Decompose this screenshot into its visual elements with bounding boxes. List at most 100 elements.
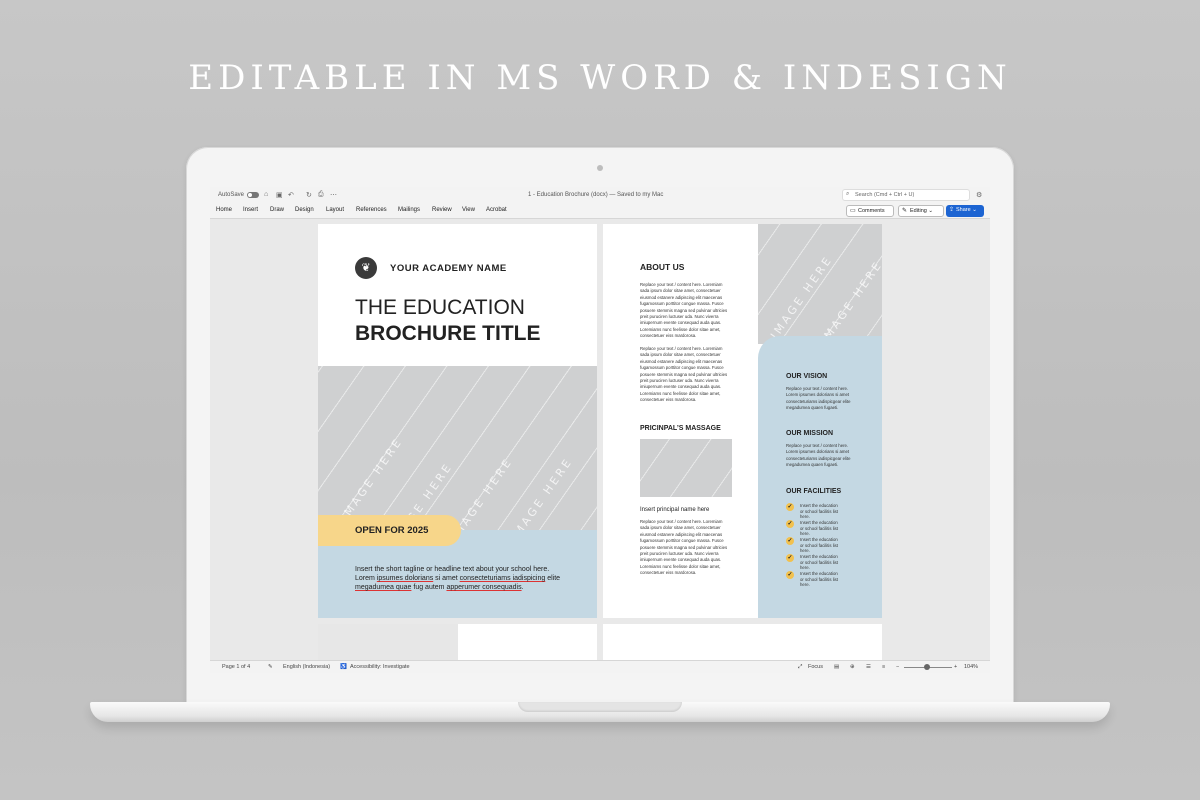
principal-title: PRICINPAL’S MASSAGE — [640, 425, 721, 432]
zoom-slider-handle[interactable] — [924, 664, 930, 670]
undo-icon[interactable]: ↶ — [288, 191, 294, 199]
autosave-toggle[interactable] — [247, 192, 259, 198]
zoom-in-icon[interactable]: + — [954, 664, 957, 670]
facility-item: ✓ Insert the education or school facilit… — [786, 520, 842, 537]
tagline-text: si amet — [433, 575, 460, 582]
tagline-text: apperumer consequadis — [446, 584, 522, 591]
print-icon[interactable]: ⎙ — [318, 191, 324, 199]
open-enrollment-badge: OPEN FOR 2025 — [318, 515, 461, 546]
accessibility-icon: ♿ — [340, 664, 347, 670]
zoom-out-icon[interactable]: − — [896, 664, 899, 670]
tab-design[interactable]: Design — [295, 207, 314, 213]
tab-draw[interactable]: Draw — [270, 207, 284, 213]
share-label: Share — [956, 207, 971, 213]
tab-mailings[interactable]: Mailings — [398, 207, 420, 213]
facility-item: ✓ Insert the education or school facilit… — [786, 537, 842, 554]
share-icon: ⇪ — [949, 207, 955, 213]
tagline-text: consecteturiams iadispicing — [459, 575, 546, 582]
editing-label: Editing — [910, 208, 927, 214]
facility-item: ✓ Insert the education or school facilit… — [786, 554, 842, 571]
cover-image-placeholder[interactable]: IMAGE HERE IMAGE HERE IMAGE HERE IMAGE H… — [318, 366, 597, 536]
open-label: OPEN FOR 2025 — [355, 525, 429, 536]
share-button[interactable]: ⇪ Share ⌄ — [946, 205, 984, 217]
tab-review[interactable]: Review — [432, 207, 452, 213]
checkmark-icon: ✓ — [786, 571, 794, 579]
vision-text: Replace your text / content here. Lorem … — [786, 386, 851, 411]
zoom-level[interactable]: 104% — [964, 664, 978, 670]
web-layout-icon[interactable]: ⊕ — [850, 664, 855, 670]
facility-text: Insert the education or school facilitis… — [800, 520, 838, 536]
tagline-text: . — [521, 584, 524, 591]
academy-logo-icon: ❦ — [355, 257, 377, 279]
tab-acrobat[interactable]: Acrobat — [486, 207, 507, 213]
focus-icon: ⤢ — [798, 664, 803, 670]
proofing-icon[interactable]: ✎ — [268, 664, 273, 670]
principal-name: Insert principal name here — [640, 507, 710, 513]
image-placeholder-label: IMAGE HERE — [508, 455, 576, 536]
about-paragraph-1: Replace your text / content here. Loremi… — [640, 282, 728, 339]
facility-item: ✓ Insert the education or school facilit… — [786, 571, 842, 588]
ribbon-tabs: Home Insert Draw Design Layout Reference… — [210, 203, 990, 219]
print-layout-icon[interactable]: ▤ — [834, 664, 839, 670]
facility-text: Insert the education or school facilitis… — [800, 503, 838, 519]
tab-layout[interactable]: Layout — [326, 207, 344, 213]
tab-home[interactable]: Home — [216, 207, 232, 213]
about-title: ABOUT US — [640, 262, 685, 272]
image-placeholder-label: IMAGE HERE — [338, 435, 406, 524]
checkmark-icon: ✓ — [786, 520, 794, 528]
settings-icon[interactable]: ⚙ — [976, 191, 982, 199]
tab-references[interactable]: References — [356, 207, 387, 213]
mission-title: OUR MISSION — [786, 430, 834, 437]
inside-image-placeholder[interactable]: IMAGE HERE IMAGE HERE — [758, 224, 882, 344]
brochure-cover-page[interactable]: ❦ YOUR ACADEMY NAME THE EDUCATION BROCHU… — [318, 224, 597, 618]
checkmark-icon: ✓ — [786, 503, 794, 511]
facilities-title: OUR FACILITIES — [786, 488, 842, 495]
facility-text: Insert the education or school facilitis… — [800, 554, 838, 570]
tagline-text: elite — [545, 575, 561, 582]
outline-view-icon[interactable]: ☰ — [866, 664, 871, 670]
language-status[interactable]: English (Indonesia) — [283, 664, 330, 670]
brochure-title-line1: THE EDUCATION — [355, 296, 525, 319]
page-count[interactable]: Page 1 of 4 — [222, 664, 250, 670]
title-bar: AutoSave ⌂ ▣ ↶ ↻ ⎙ ⋯ 1 - Education Broch… — [210, 187, 990, 203]
brochure-page-4[interactable] — [603, 624, 882, 664]
document-canvas[interactable]: ❦ YOUR ACADEMY NAME THE EDUCATION BROCHU… — [210, 220, 990, 664]
accessibility-status[interactable]: Accessibility: Investigate — [350, 664, 410, 670]
comment-icon: ▭ — [850, 208, 856, 214]
cover-tagline: Insert the short tagline or headline tex… — [355, 565, 570, 592]
facility-text: Insert the education or school facilitis… — [800, 537, 838, 553]
tagline-text: megadumea quae — [355, 584, 412, 591]
comments-button[interactable]: ▭ Comments — [846, 205, 894, 217]
camera-icon — [597, 165, 603, 171]
page-3-gray-block — [318, 624, 458, 664]
focus-button[interactable]: Focus — [808, 664, 823, 670]
search-input[interactable]: ⌕ Search (Cmd + Ctrl + U) — [842, 189, 970, 201]
redo-icon[interactable]: ↻ — [306, 191, 312, 199]
vision-title: OUR VISION — [786, 373, 828, 380]
home-icon[interactable]: ⌂ — [264, 191, 268, 198]
word-window: AutoSave ⌂ ▣ ↶ ↻ ⎙ ⋯ 1 - Education Broch… — [210, 187, 990, 673]
academy-name: YOUR ACADEMY NAME — [390, 263, 507, 274]
draft-view-icon[interactable]: ≡ — [882, 664, 885, 670]
autosave-label: AutoSave — [218, 192, 245, 198]
save-icon[interactable]: ▣ — [276, 191, 283, 199]
search-placeholder: Search (Cmd + Ctrl + U) — [855, 192, 915, 198]
tab-insert[interactable]: Insert — [243, 207, 258, 213]
facility-item: ✓ Insert the education or school facilit… — [786, 503, 842, 520]
brochure-inside-page[interactable]: IMAGE HERE IMAGE HERE ABOUT US Replace y… — [603, 224, 882, 618]
principal-image-placeholder[interactable] — [640, 439, 732, 497]
tab-view[interactable]: View — [462, 207, 475, 213]
facility-text: Insert the education or school facilitis… — [800, 571, 838, 587]
more-icon[interactable]: ⋯ — [330, 191, 337, 199]
comments-label: Comments — [858, 208, 885, 214]
tagline-text: ipsumes dolorians — [376, 575, 434, 582]
marketing-headline: EDITABLE IN MS WORD & INDESIGN — [188, 58, 1012, 98]
status-bar: Page 1 of 4 ✎ English (Indonesia) ♿ Acce… — [210, 660, 990, 673]
checkmark-icon: ✓ — [786, 554, 794, 562]
document-title[interactable]: 1 - Education Brochure (docx) — Saved to… — [528, 192, 663, 198]
laptop-notch — [518, 702, 682, 712]
editing-button[interactable]: ✎ Editing ⌄ — [898, 205, 944, 217]
checkmark-icon: ✓ — [786, 537, 794, 545]
tagline-text: fug autem — [411, 584, 447, 591]
brochure-page-3[interactable] — [318, 624, 597, 664]
